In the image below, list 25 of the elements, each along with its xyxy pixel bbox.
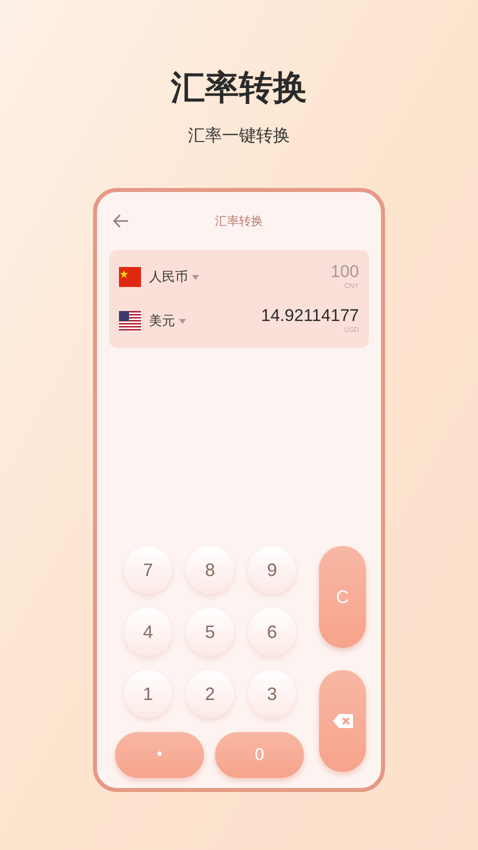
digit-key[interactable]: 3 [248, 670, 296, 718]
page-subtitle: 汇率一键转换 [188, 125, 290, 147]
caret-icon [179, 318, 186, 324]
currency-selector[interactable]: 人民币 [149, 267, 199, 287]
page-title: 汇率转换 [171, 68, 307, 109]
digit-key[interactable]: 9 [248, 546, 296, 594]
currency-name: 美元 [149, 312, 175, 330]
digit-key[interactable]: 6 [248, 608, 296, 656]
digit-key[interactable]: 4 [124, 608, 172, 656]
flag-icon [119, 311, 141, 331]
back-arrow-icon[interactable] [113, 214, 129, 228]
currency-selector[interactable]: 美元 [149, 311, 186, 331]
digit-key[interactable]: 1 [124, 670, 172, 718]
backspace-key[interactable] [319, 670, 366, 772]
backspace-icon [332, 713, 354, 729]
digit-key[interactable]: 8 [186, 546, 234, 594]
screen-title: 汇率转换 [215, 213, 263, 230]
caret-icon [192, 274, 199, 280]
amount: 100 [330, 262, 359, 282]
currency-name: 人民币 [149, 268, 188, 286]
flag-icon [119, 267, 141, 287]
digit-key[interactable]: 5 [186, 608, 234, 656]
digit-key[interactable]: 7 [124, 546, 172, 594]
digit-key[interactable]: 2 [186, 670, 234, 718]
amount: 14.92114177 [260, 306, 359, 326]
